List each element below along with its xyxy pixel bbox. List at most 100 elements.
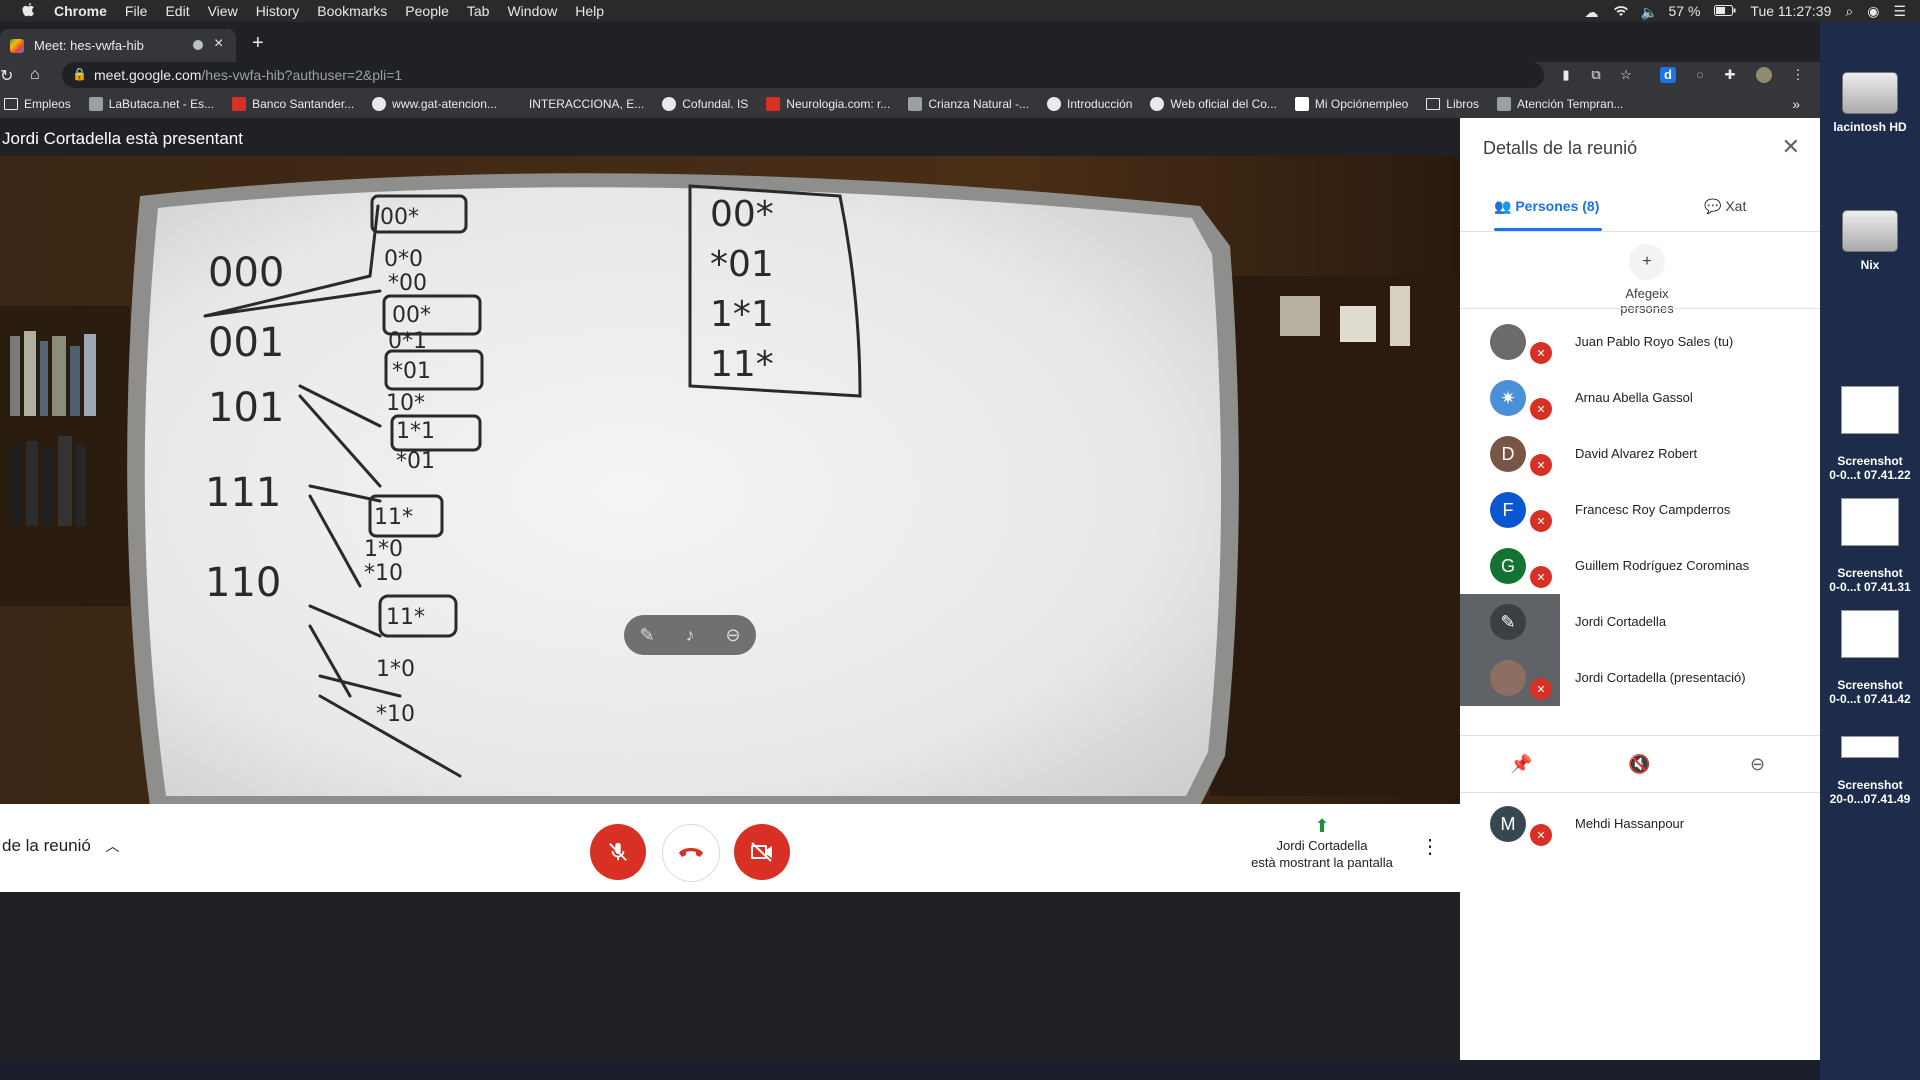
avatar xyxy=(1490,660,1526,696)
pin-off-icon[interactable]: ✎ xyxy=(639,625,654,646)
meeting-details-button[interactable]: de la reunió ︿ xyxy=(2,836,120,856)
menu-tab[interactable]: Tab xyxy=(467,3,490,19)
bookmark-star-icon[interactable]: ☆ xyxy=(1618,67,1634,83)
bookmark-item[interactable]: Empleos xyxy=(4,97,71,111)
translate-icon[interactable]: ⧉ xyxy=(1588,67,1604,83)
participant-row[interactable]: ✎ Jordi Cortadella xyxy=(1460,594,1820,650)
bookmark-item[interactable]: Mi Opciónempleo xyxy=(1294,97,1408,111)
menu-file[interactable]: File xyxy=(125,3,148,19)
page-icon xyxy=(88,97,103,111)
meet-bottom-bar: de la reunió ︿ ⬆ Jordi Cortadella està m… xyxy=(0,804,1460,892)
desktop-screenshot-2[interactable]: Screenshot 0-0...t 07.41.31 xyxy=(1820,484,1920,608)
participant-row[interactable]: M ✕ Mehdi Hassanpour xyxy=(1460,796,1820,852)
remove-participant-icon[interactable]: ⊖ xyxy=(1750,754,1765,775)
participant-row[interactable]: F ✕ Francesc Roy Campderros xyxy=(1460,482,1820,538)
address-bar[interactable]: 🔒 meet.google.com/hes-vwfa-hib?authuser=… xyxy=(62,62,1632,88)
recording-indicator-icon xyxy=(193,40,203,50)
profile-avatar[interactable] xyxy=(1756,67,1772,83)
close-panel-icon[interactable]: ✕ xyxy=(1782,134,1800,160)
desktop-bottom-strip xyxy=(0,1060,1820,1080)
participant-row[interactable]: ✷ ✕ Arnau Abella Gassol xyxy=(1460,370,1820,426)
bookmark-item[interactable]: LaButaca.net - Es... xyxy=(88,97,214,111)
participant-row[interactable]: ✕ Jordi Cortadella (presentació) xyxy=(1460,650,1820,706)
cloud-icon[interactable]: ☁ xyxy=(1585,4,1599,20)
branch-term: 00* xyxy=(380,205,419,230)
bookmark-item[interactable]: Web oficial del Co... xyxy=(1150,97,1277,111)
menu-app-chrome[interactable]: Chrome xyxy=(54,3,107,19)
avatar-cell: F ✕ xyxy=(1460,482,1560,538)
menu-people[interactable]: People xyxy=(405,3,449,19)
menu-window[interactable]: Window xyxy=(507,3,557,19)
desktop-screenshot-4[interactable]: Screenshot 20-0...07.41.49 xyxy=(1820,722,1920,820)
participant-row[interactable]: ✕ Juan Pablo Royo Sales (tu) xyxy=(1460,314,1820,370)
close-tab-icon[interactable]: × xyxy=(214,35,223,53)
opcionempleo-icon xyxy=(1294,97,1309,111)
participant-row[interactable]: G ✕ Guillem Rodríguez Corominas xyxy=(1460,538,1820,594)
bookmark-item[interactable]: Cofundal. IS xyxy=(662,97,748,111)
bookmark-item[interactable]: Introducción xyxy=(1047,97,1132,111)
board-row: 000 xyxy=(208,250,284,296)
browser-tab-meet[interactable]: Meet: hes-vwfa-hib × xyxy=(0,29,236,62)
apple-menu-icon[interactable] xyxy=(20,2,36,21)
bookmark-item[interactable]: INTERACCIONA, E... xyxy=(529,97,644,111)
wifi-icon[interactable] xyxy=(1613,4,1628,18)
mute-icon[interactable]: 🔇 xyxy=(1628,754,1650,775)
desktop-disk-nix[interactable]: Nix xyxy=(1820,210,1920,272)
pin-icon[interactable]: 📌 xyxy=(1510,754,1532,775)
avatar: ✎ xyxy=(1490,604,1526,640)
bookmark-item[interactable]: Neurologia.com: r... xyxy=(766,97,890,111)
menu-view[interactable]: View xyxy=(208,3,238,19)
extension-d-icon[interactable]: d xyxy=(1660,67,1676,83)
camera-toggle-button[interactable] xyxy=(734,824,790,880)
participant-row[interactable]: D ✕ David Alvarez Robert xyxy=(1460,426,1820,482)
tab-people[interactable]: 👥 Persones (8) xyxy=(1494,198,1599,215)
extensions-puzzle-icon[interactable]: ✚ xyxy=(1722,67,1738,83)
desktop-screenshot-3[interactable]: Screenshot 0-0...t 07.41.42 xyxy=(1820,596,1920,720)
mic-toggle-button[interactable] xyxy=(590,824,646,880)
globe-icon xyxy=(662,97,677,111)
notification-center-icon[interactable]: ☰ xyxy=(1893,3,1906,20)
tab-people-label: Persones (8) xyxy=(1515,198,1600,214)
branch-term: 1*0 xyxy=(376,657,415,682)
menu-help[interactable]: Help xyxy=(575,3,604,19)
reload-icon[interactable]: ↻ xyxy=(0,66,13,86)
bookmark-item[interactable]: Libros xyxy=(1426,97,1479,111)
url-text[interactable]: meet.google.com/hes-vwfa-hib?authuser=2&… xyxy=(94,67,402,83)
chrome-window: Meet: hes-vwfa-hib × + ↻ ⌂ 🔒 meet.google… xyxy=(0,22,1820,1060)
bookmark-item[interactable]: Crianza Natural -... xyxy=(908,97,1029,111)
new-tab-button[interactable]: + xyxy=(252,32,264,55)
add-people-button[interactable]: + Afegeix persones xyxy=(1597,244,1697,316)
chrome-menu-icon[interactable]: ⋮ xyxy=(1790,67,1806,83)
add-people-label: Afegeix persones xyxy=(1620,286,1674,316)
bookmarks-overflow-button[interactable]: » xyxy=(1792,96,1800,112)
result-term: 11* xyxy=(710,344,774,385)
branch-term: 1*0 xyxy=(364,537,403,562)
branch-term: *01 xyxy=(396,449,435,474)
desktop-screenshot-1[interactable]: Screenshot 0-0...t 07.41.22 xyxy=(1820,372,1920,496)
presenting-status-button[interactable]: ⬆ Jordi Cortadella està mostrant la pant… xyxy=(1234,817,1410,871)
screenshot-thumbnail-icon xyxy=(1841,736,1899,758)
bookmark-item[interactable]: www.gat-atencion... xyxy=(372,97,497,111)
bookmark-item[interactable]: Atención Tempran... xyxy=(1496,97,1624,111)
bookmark-label: Libros xyxy=(1446,97,1479,111)
leave-call-button[interactable] xyxy=(662,824,720,882)
extension-grey-icon[interactable]: ○ xyxy=(1692,67,1708,83)
volume-icon[interactable]: 🔈 xyxy=(1641,4,1658,20)
spotlight-search-icon[interactable]: ⌕ xyxy=(1845,3,1853,20)
desktop-disk-macintosh-hd[interactable]: lacintosh HD xyxy=(1820,72,1920,134)
menu-edit[interactable]: Edit xyxy=(165,3,189,19)
camera-icon[interactable]: ▮ xyxy=(1558,67,1574,83)
bookmark-item[interactable]: Banco Santander... xyxy=(232,97,354,111)
menu-history[interactable]: History xyxy=(256,3,300,19)
participant-name: Arnau Abella Gassol xyxy=(1575,390,1693,405)
more-options-icon[interactable]: ⋮ xyxy=(1420,834,1440,859)
home-icon[interactable]: ⌂ xyxy=(30,66,40,84)
mic-icon[interactable]: ♪ xyxy=(686,625,695,646)
clock[interactable]: Tue 11:27:39 xyxy=(1750,3,1831,19)
remove-icon[interactable]: ⊖ xyxy=(725,625,740,646)
tab-chat-label: Xat xyxy=(1725,198,1747,214)
battery-icon[interactable] xyxy=(1714,3,1736,19)
siri-icon[interactable]: ◉ xyxy=(1867,3,1879,20)
tab-chat[interactable]: 💬 Xat xyxy=(1704,198,1746,215)
menu-bookmarks[interactable]: Bookmarks xyxy=(317,3,387,19)
